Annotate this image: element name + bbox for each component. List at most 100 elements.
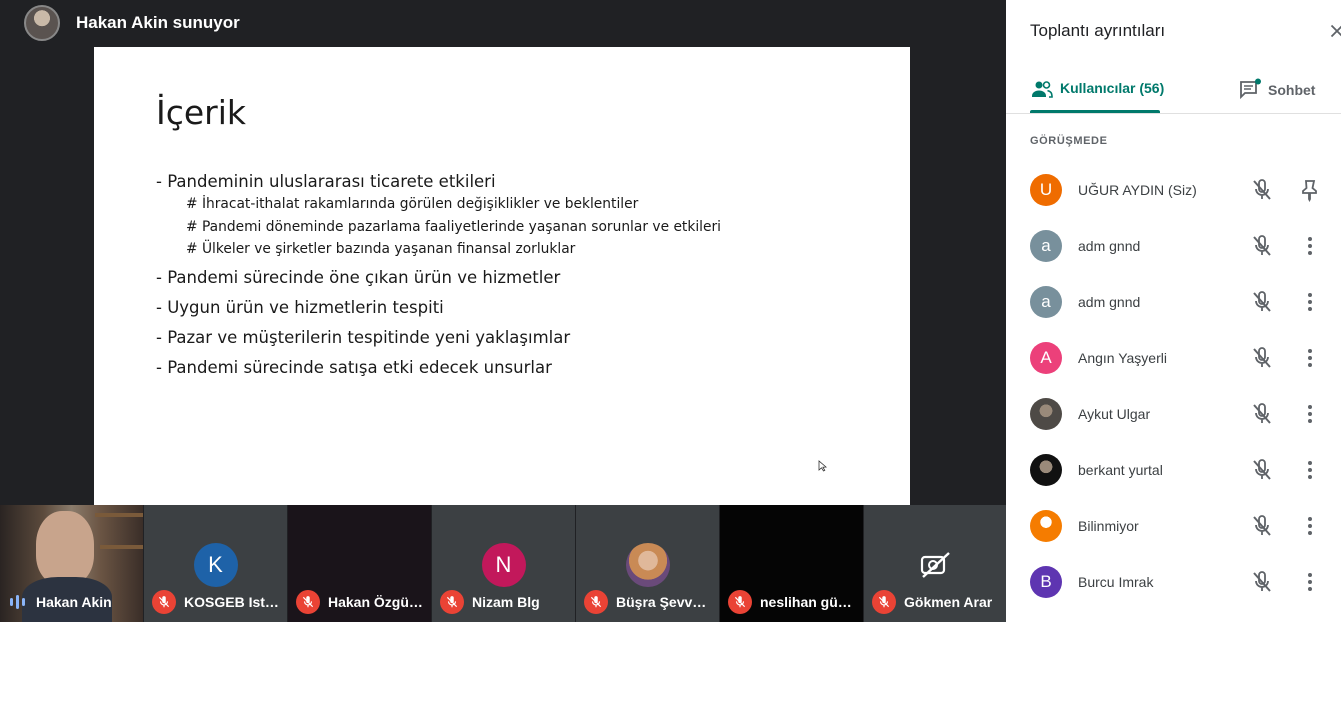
slide-title: İçerik	[156, 93, 247, 132]
participant-name: Hakan Akin	[36, 594, 112, 610]
presenter-bar: Hakan Akin sunuyor	[0, 0, 1006, 46]
participant-name: Nizam Blg	[472, 594, 540, 610]
tile-label: Büşra Şevval ...	[584, 590, 713, 614]
mic-off-icon	[584, 590, 608, 614]
participant-name: Bilinmiyor	[1078, 518, 1139, 534]
participant-tile[interactable]: Hakan Özgür...	[288, 505, 431, 622]
slide-sub-bullet: # Ülkeler ve şirketler bazında yaşanan f…	[186, 241, 576, 257]
participant-name: neslihan gün...	[760, 594, 857, 610]
avatar	[1030, 454, 1062, 486]
divider	[1006, 113, 1341, 114]
more-icon[interactable]	[1298, 514, 1322, 538]
tab-chat-label: Sohbet	[1268, 82, 1316, 98]
participant-tile[interactable]: Gökmen Arar	[864, 505, 1006, 622]
mouse-cursor-icon	[818, 460, 828, 472]
slide-bullet: - Uygun ürün ve hizmetlerin tespiti	[156, 297, 444, 317]
mic-off-icon	[872, 590, 896, 614]
tab-chat[interactable]: Sohbet	[1238, 78, 1315, 102]
participant-name: Hakan Özgür...	[328, 594, 425, 610]
avatar: a	[1030, 286, 1062, 318]
avatar	[1030, 398, 1062, 430]
bookshelf-shelf	[95, 513, 143, 517]
participant-name: Angın Yaşyerli	[1078, 350, 1167, 366]
participant-tile[interactable]: neslihan gün...	[720, 505, 863, 622]
tile-label: Gökmen Arar	[872, 590, 1000, 614]
close-icon[interactable]	[1326, 20, 1341, 42]
mic-off-icon	[728, 590, 752, 614]
participant-name: Büşra Şevval ...	[616, 594, 713, 610]
avatar-photo	[625, 543, 670, 587]
participant-name: Aykut Ulgar	[1078, 406, 1151, 422]
participant-tile[interactable]: Büşra Şevval ...	[576, 505, 719, 622]
avatar: B	[1030, 566, 1062, 598]
shared-slide: İçerik - Pandeminin uluslararası ticaret…	[94, 47, 910, 505]
participant-name: UĞUR AYDIN (Siz)	[1078, 182, 1197, 198]
bookshelf-shelf	[100, 545, 143, 549]
participant-row[interactable]: A Angın Yaşyerli	[1006, 330, 1341, 386]
chat-icon	[1240, 78, 1261, 100]
tile-label: Hakan Akin	[8, 590, 137, 614]
mic-off-icon[interactable]	[1250, 514, 1274, 538]
participant-row[interactable]: a adm gnnd	[1006, 274, 1341, 330]
avatar: A	[1030, 342, 1062, 374]
person-face	[36, 511, 94, 585]
mic-off-icon[interactable]	[1250, 178, 1274, 202]
mic-off-icon[interactable]	[1250, 234, 1274, 258]
participant-name: adm gnnd	[1078, 238, 1141, 254]
section-heading: GÖRÜŞMEDE	[1030, 135, 1108, 147]
mic-off-icon	[296, 590, 320, 614]
avatar: K	[193, 543, 238, 587]
avatar: N	[481, 543, 526, 587]
avatar: a	[1030, 230, 1062, 262]
slide-sub-bullet: # İhracat-ithalat rakamlarında görülen d…	[186, 196, 639, 212]
participant-row[interactable]: U UĞUR AYDIN (Siz)	[1006, 162, 1341, 218]
avatar: U	[1030, 174, 1062, 206]
camera-off-icon	[920, 552, 950, 578]
tile-label: neslihan gün...	[728, 590, 857, 614]
mic-off-icon[interactable]	[1250, 346, 1274, 370]
tab-participants[interactable]: Kullanıcılar (56)	[1030, 72, 1164, 112]
mic-off-icon[interactable]	[1250, 458, 1274, 482]
participant-tile[interactable]: N Nizam Blg	[432, 505, 575, 622]
more-icon[interactable]	[1298, 346, 1322, 370]
participant-name: KOSGEB Ista...	[184, 594, 281, 610]
panel-title: Toplantı ayrıntıları	[1030, 21, 1166, 40]
avatar	[1030, 510, 1062, 542]
mic-off-icon	[440, 590, 464, 614]
participant-tile[interactable]: K KOSGEB Ista...	[144, 505, 287, 622]
slide-bullet: - Pandeminin uluslararası ticarete etkil…	[156, 172, 496, 191]
people-icon	[1032, 81, 1053, 98]
more-icon[interactable]	[1298, 570, 1322, 594]
mic-off-icon	[152, 590, 176, 614]
speaking-indicator-icon	[10, 595, 25, 609]
mic-off-icon[interactable]	[1250, 290, 1274, 314]
tab-participants-label: Kullanıcılar (56)	[1060, 80, 1165, 96]
participant-row[interactable]: Bilinmiyor	[1006, 498, 1341, 554]
participant-row[interactable]: Aykut Ulgar	[1006, 386, 1341, 442]
slide-bullet-list: - Pandeminin uluslararası ticarete etkil…	[156, 171, 896, 387]
participant-row[interactable]: B Burcu Imrak	[1006, 554, 1341, 610]
slide-sub-bullet: # Pandemi döneminde pazarlama faaliyetle…	[186, 218, 721, 235]
more-icon[interactable]	[1298, 402, 1322, 426]
tile-label: Nizam Blg	[440, 590, 569, 614]
slide-bullet: - Pandemi sürecinde öne çıkan ürün ve hi…	[156, 267, 561, 287]
slide-bullet: - Pazar ve müşterilerin tespitinde yeni …	[156, 327, 571, 347]
presenter-label: Hakan Akin sunuyor	[76, 13, 240, 32]
participant-tile-strip: Hakan Akin K KOSGEB Ista... Hakan Özgür.…	[0, 505, 1006, 622]
participant-name: Burcu Imrak	[1078, 574, 1154, 590]
participant-row[interactable]: berkant yurtal	[1006, 442, 1341, 498]
mic-off-icon[interactable]	[1250, 402, 1274, 426]
mic-off-icon[interactable]	[1250, 570, 1274, 594]
meeting-details-panel: Toplantı ayrıntıları Kullanıcılar (56) S…	[1006, 0, 1341, 622]
tile-label: Hakan Özgür...	[296, 590, 425, 614]
more-icon[interactable]	[1298, 290, 1322, 314]
participant-row[interactable]: a adm gnnd	[1006, 218, 1341, 274]
more-icon[interactable]	[1298, 234, 1322, 258]
presenter-avatar	[24, 5, 60, 41]
tile-label: KOSGEB Ista...	[152, 590, 281, 614]
presentation-stage: Hakan Akin sunuyor İçerik - Pandeminin u…	[0, 0, 1006, 622]
more-icon[interactable]	[1298, 458, 1322, 482]
participant-tile[interactable]: Hakan Akin	[0, 505, 143, 622]
pin-icon[interactable]	[1298, 178, 1322, 203]
slide-bullet: - Pandemi sürecinde satışa etki edecek u…	[156, 357, 552, 377]
